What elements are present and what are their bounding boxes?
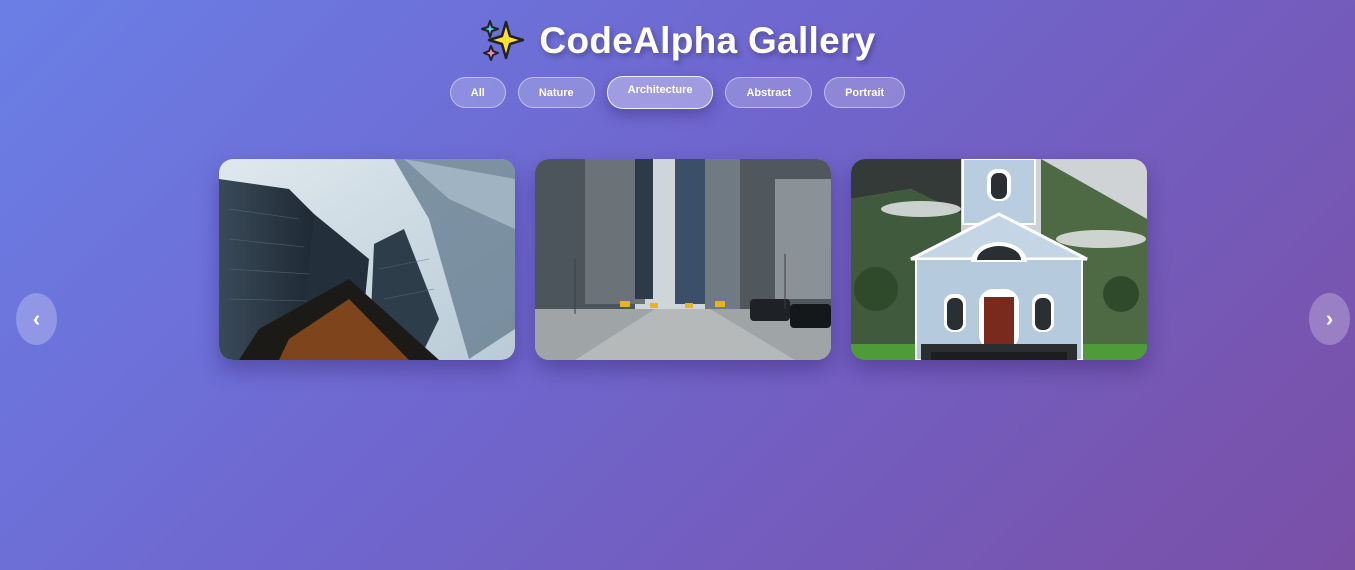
filter-abstract-button[interactable]: Abstract bbox=[725, 77, 813, 108]
filter-portrait-button[interactable]: Portrait bbox=[824, 77, 906, 108]
church-photo bbox=[851, 159, 1147, 360]
filter-all-button[interactable]: All bbox=[449, 77, 506, 108]
page-title: CodeAlpha Gallery bbox=[539, 20, 876, 61]
prev-button[interactable]: ‹ bbox=[16, 293, 57, 345]
next-button[interactable]: › bbox=[1309, 293, 1350, 345]
skyscrapers-photo bbox=[219, 159, 515, 360]
filter-architecture-button[interactable]: Architecture bbox=[606, 76, 714, 109]
city-street-photo bbox=[535, 159, 831, 360]
filter-bar: All Nature Architecture Abstract Portrai… bbox=[0, 76, 1355, 109]
sparkles-icon bbox=[479, 18, 525, 64]
gallery-card-street[interactable] bbox=[535, 159, 831, 360]
filter-nature-button[interactable]: Nature bbox=[517, 77, 595, 108]
header: CodeAlpha Gallery bbox=[0, 18, 1355, 64]
gallery-card-church[interactable] bbox=[851, 159, 1147, 360]
gallery-carousel bbox=[219, 159, 1147, 360]
gallery-card-skyscrapers[interactable] bbox=[219, 159, 515, 360]
